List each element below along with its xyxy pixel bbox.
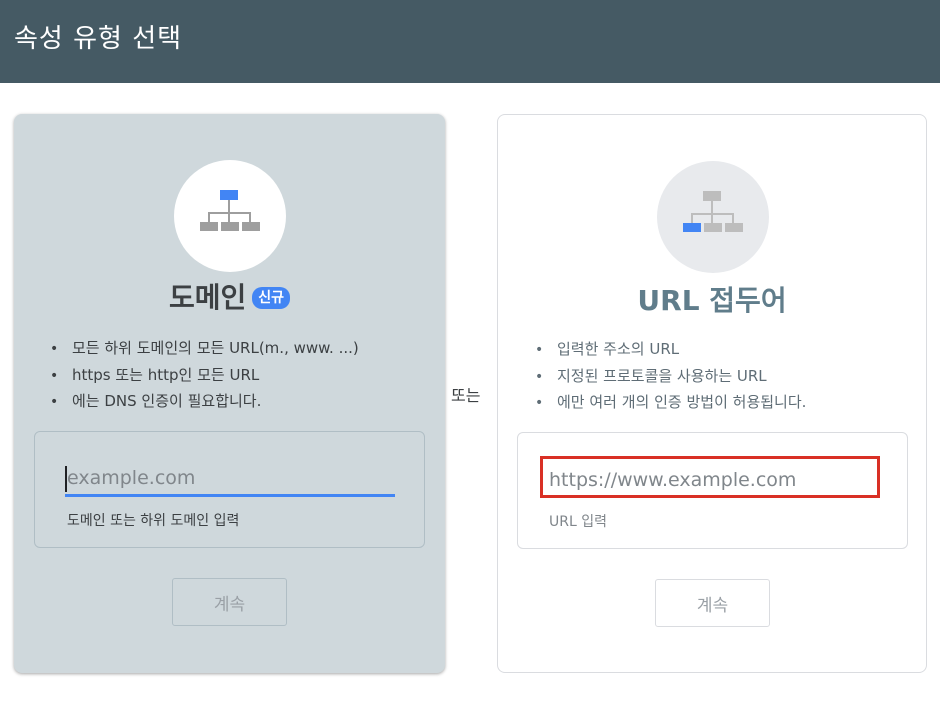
url-prefix-property-card[interactable]: URL 접두어 입력한 주소의 URL 지정된 프로토콜을 사용하는 URL 에… [497, 114, 927, 673]
url-input[interactable] [547, 462, 877, 498]
list-item: 지정된 프로토콜을 사용하는 URL [535, 364, 806, 391]
url-input-helper: URL 입력 [549, 514, 607, 530]
url-input-container: URL 입력 [517, 432, 908, 549]
list-item: 모든 하위 도메인의 모든 URL(m., www. ...) [50, 336, 359, 363]
domain-title: 도메인 [168, 281, 247, 314]
domain-title-row: 도메인 신규 [14, 276, 445, 316]
domain-input[interactable] [65, 461, 395, 497]
domain-continue-button[interactable]: 계속 [172, 578, 287, 626]
list-item: 에는 DNS 인증이 필요합니다. [50, 389, 359, 416]
new-badge: 신규 [252, 287, 291, 309]
url-prefix-icon-circle [657, 161, 769, 273]
url-prefix-title: URL 접두어 [637, 284, 787, 317]
text-cursor [65, 466, 67, 492]
page-title: 속성 유형 선택 [14, 24, 183, 54]
or-divider-label: 또는 [451, 386, 481, 405]
list-item: 에만 여러 개의 인증 방법이 허용됩니다. [535, 390, 806, 417]
page-header: 속성 유형 선택 [0, 0, 940, 83]
domain-input-container: 도메인 또는 하위 도메인 입력 [34, 431, 425, 548]
domain-icon-circle [174, 160, 286, 272]
list-item: https 또는 http인 모든 URL [50, 363, 359, 390]
url-prefix-feature-list: 입력한 주소의 URL 지정된 프로토콜을 사용하는 URL 에만 여러 개의 … [535, 337, 806, 417]
domain-input-helper: 도메인 또는 하위 도메인 입력 [67, 513, 240, 529]
url-continue-button[interactable]: 계속 [655, 579, 770, 627]
sitemap-icon [200, 190, 260, 231]
domain-feature-list: 모든 하위 도메인의 모든 URL(m., www. ...) https 또는… [50, 336, 359, 416]
list-item: 입력한 주소의 URL [535, 337, 806, 364]
domain-property-card[interactable]: 도메인신규 모든 하위 도메인의 모든 URL(m., www. ...) ht… [14, 114, 445, 673]
sitemap-icon [683, 191, 743, 232]
